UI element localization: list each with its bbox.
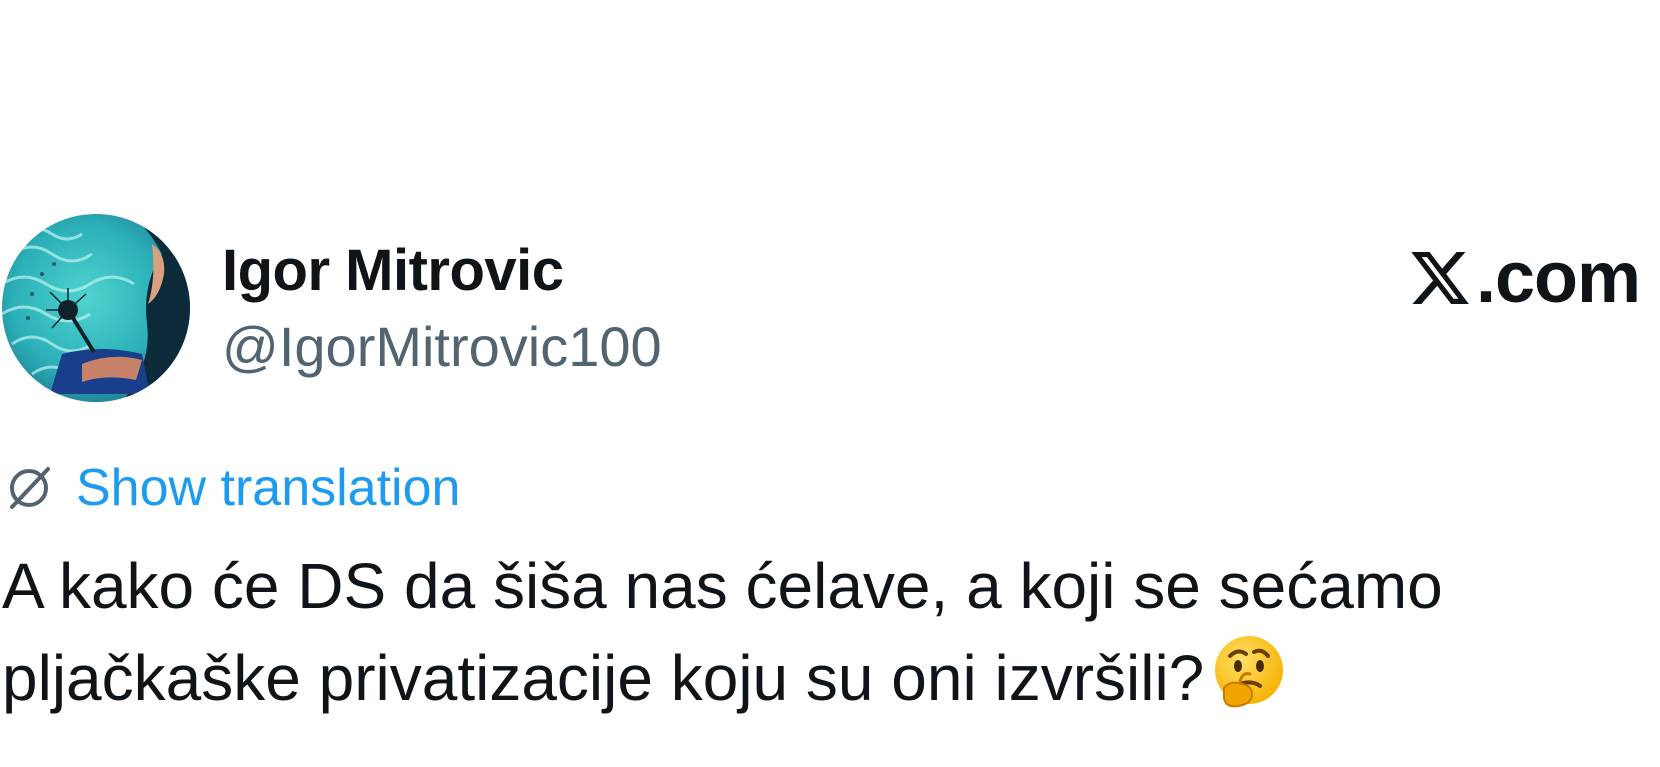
author-display-name[interactable]: Igor Mitrovic — [222, 238, 564, 304]
brand-domain-text: .com — [1475, 238, 1641, 318]
author-handle[interactable]: @IgorMitrovic100 — [222, 314, 662, 380]
x-logo-icon — [1408, 246, 1476, 310]
tweet-card: Igor Mitrovic @IgorMitrovic100 .com Show… — [0, 0, 1660, 767]
tweet-body: A kako će DS da šiša nas ćelave, a koji … — [2, 540, 1642, 724]
brand-watermark: .com — [1408, 238, 1641, 318]
tweet-text-segment: pljačkaške privatizacije koju su oni izv… — [2, 642, 1205, 714]
thinking-face-emoji-icon — [1210, 632, 1288, 710]
translation-row[interactable]: Show translation — [4, 456, 460, 520]
tweet-text-line: A kako će DS da šiša nas ćelave, a koji … — [2, 550, 1443, 622]
translate-globe-icon — [4, 463, 76, 513]
tweet-text-line: pljačkaške privatizacije koju su oni izv… — [2, 632, 1642, 724]
author-avatar[interactable] — [2, 214, 190, 402]
show-translation-link[interactable]: Show translation — [76, 456, 460, 520]
avatar-image — [2, 214, 190, 402]
